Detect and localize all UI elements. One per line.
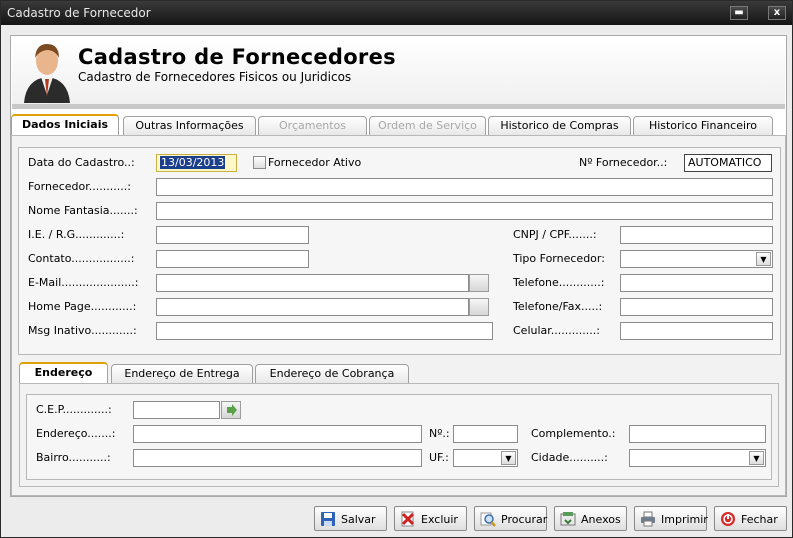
page-subtitle: Cadastro de Fornecedores Fisicos ou Juri… xyxy=(78,70,352,84)
anexos-button[interactable]: Anexos xyxy=(554,506,627,531)
celular-label: Celular.............: xyxy=(513,324,600,337)
contato-input[interactable] xyxy=(156,250,309,268)
main-window: Cadastro de Fornecedor ▬ x Cadastro de F… xyxy=(0,0,793,538)
tab-dados-iniciais[interactable]: Dados Iniciais xyxy=(11,114,119,135)
uf-select[interactable]: ▼ xyxy=(453,449,518,467)
imprimir-label: Imprimir xyxy=(661,513,708,526)
tab-historico-compras[interactable]: Historico de Compras xyxy=(488,116,631,135)
chevron-down-icon[interactable]: ▼ xyxy=(756,252,771,266)
form-header: Cadastro de Fornecedores Cadastro de For… xyxy=(12,37,785,109)
complemento-input[interactable] xyxy=(629,425,766,443)
fechar-button[interactable]: Fechar xyxy=(714,506,787,531)
tab-historico-financeiro[interactable]: Historico Financeiro xyxy=(633,116,773,135)
window-title: Cadastro de Fornecedor xyxy=(7,6,151,20)
fornecedor-ativo-label: Fornecedor Ativo xyxy=(268,156,362,169)
excluir-button[interactable]: Excluir xyxy=(394,506,467,531)
home-page-label: Home Page............: xyxy=(28,300,137,313)
fornecedor-input[interactable] xyxy=(156,178,773,196)
cnpj-cpf-input[interactable] xyxy=(620,226,773,244)
delete-icon xyxy=(401,511,415,527)
tipo-fornecedor-label: Tipo Fornecedor: xyxy=(513,252,605,265)
fornecedor-label: Fornecedor...........: xyxy=(28,180,131,193)
endereco-input[interactable] xyxy=(133,425,422,443)
endereco-label: Endereço.......: xyxy=(36,427,116,440)
procurar-label: Procurar xyxy=(501,513,548,526)
power-off-icon xyxy=(721,512,735,526)
dados-fields-group: Data do Cadastro..: 13/03/2013 Fornecedo… xyxy=(18,147,781,355)
excluir-label: Excluir xyxy=(421,513,458,526)
numero-label: Nº.: xyxy=(429,427,450,440)
home-page-open-button[interactable] xyxy=(469,298,489,316)
minimize-button[interactable]: ▬ xyxy=(730,6,748,20)
cidade-label: Cidade..........: xyxy=(531,451,608,464)
tab-endereco[interactable]: Endereço xyxy=(19,362,108,383)
tab-orcamentos[interactable]: Orçamentos xyxy=(258,116,367,135)
celular-input[interactable] xyxy=(620,322,773,340)
tab-ordem-servico[interactable]: Ordem de Serviço xyxy=(369,116,486,135)
tab-endereco-entrega[interactable]: Endereço de Entrega xyxy=(111,364,253,383)
address-tabs: Endereço Endereço de Entrega Endereço de… xyxy=(19,362,779,384)
floppy-disk-icon xyxy=(321,512,335,526)
msg-inativo-label: Msg Inativo............: xyxy=(28,324,137,337)
chevron-down-icon[interactable]: ▼ xyxy=(501,451,516,465)
data-cadastro-label: Data do Cadastro..: xyxy=(28,156,135,169)
supplier-avatar-icon xyxy=(24,44,70,103)
ie-rg-input[interactable] xyxy=(156,226,309,244)
tab-outras-informacoes[interactable]: Outras Informações xyxy=(123,116,256,135)
ie-rg-label: I.E. / R.G.............: xyxy=(28,228,125,241)
email-send-button[interactable] xyxy=(469,274,489,292)
cep-label: C.E.P.............: xyxy=(36,403,112,416)
num-fornecedor-input[interactable]: AUTOMATICO xyxy=(684,154,772,172)
data-cadastro-value: 13/03/2013 xyxy=(160,156,226,169)
dados-iniciais-panel: Data do Cadastro..: 13/03/2013 Fornecedo… xyxy=(11,135,786,496)
content-panel: Cadastro de Fornecedores Cadastro de For… xyxy=(10,35,787,497)
title-bar: Cadastro de Fornecedor ▬ x xyxy=(1,1,792,25)
anexos-label: Anexos xyxy=(581,513,621,526)
nome-fantasia-input[interactable] xyxy=(156,202,773,220)
nome-fantasia-label: Nome Fantasia.......: xyxy=(28,204,138,217)
telefone-fax-input[interactable] xyxy=(620,298,773,316)
cep-input[interactable] xyxy=(133,401,220,419)
salvar-label: Salvar xyxy=(341,513,376,526)
salvar-button[interactable]: Salvar xyxy=(314,506,387,531)
data-cadastro-input[interactable]: 13/03/2013 xyxy=(156,154,237,172)
bairro-label: Bairro...........: xyxy=(36,451,111,464)
header-divider xyxy=(12,104,785,109)
page-title: Cadastro de Fornecedores xyxy=(78,45,396,69)
bairro-input[interactable] xyxy=(133,449,422,467)
numero-input[interactable] xyxy=(453,425,518,443)
home-page-input[interactable] xyxy=(156,298,469,316)
cep-search-button[interactable] xyxy=(221,401,241,419)
tab-endereco-cobranca[interactable]: Endereço de Cobrança xyxy=(255,364,409,383)
main-tabs: Dados Iniciais Outras Informações Orçame… xyxy=(11,114,788,136)
email-input[interactable] xyxy=(156,274,469,292)
cnpj-cpf-label: CNPJ / CPF.......: xyxy=(513,228,597,241)
chevron-down-icon[interactable]: ▼ xyxy=(749,451,764,465)
fornecedor-ativo-checkbox[interactable] xyxy=(253,156,266,169)
email-label: E-Mail.....................: xyxy=(28,276,139,289)
close-button[interactable]: x xyxy=(768,6,786,20)
arrow-right-icon xyxy=(227,404,237,416)
telefone-input[interactable] xyxy=(620,274,773,292)
num-fornecedor-label: Nº Fornecedor..: xyxy=(579,156,668,169)
complemento-label: Complemento.: xyxy=(531,427,616,440)
tipo-fornecedor-select[interactable]: ▼ xyxy=(620,250,773,268)
attachment-icon xyxy=(560,512,576,526)
fechar-label: Fechar xyxy=(741,513,778,526)
search-icon xyxy=(480,512,496,527)
contato-label: Contato.................: xyxy=(28,252,135,265)
procurar-button[interactable]: Procurar xyxy=(474,506,547,531)
imprimir-button[interactable]: Imprimir xyxy=(634,506,708,531)
endereco-panel: C.E.P.............: Endereço.......: Nº.… xyxy=(19,383,779,487)
telefone-label: Telefone............: xyxy=(513,276,605,289)
uf-label: UF.: xyxy=(429,451,449,464)
endereco-fields-group: C.E.P.............: Endereço.......: Nº.… xyxy=(26,394,772,480)
cidade-select[interactable]: ▼ xyxy=(629,449,766,467)
msg-inativo-input[interactable] xyxy=(156,322,493,340)
telefone-fax-label: Telefone/Fax.....: xyxy=(513,300,603,313)
printer-icon xyxy=(641,511,655,527)
